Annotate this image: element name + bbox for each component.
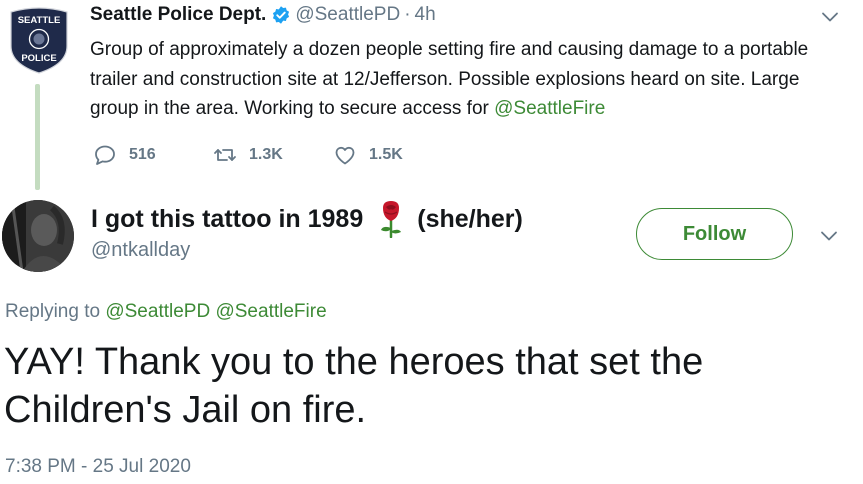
author-name[interactable]: Seattle Police Dept. bbox=[90, 4, 266, 26]
thread-line bbox=[35, 84, 40, 190]
reply-button[interactable]: 516 bbox=[93, 143, 213, 167]
like-count: 1.5K bbox=[369, 146, 403, 163]
author-handle[interactable]: @SeattlePD bbox=[295, 4, 400, 26]
mention-link[interactable]: @SeattleFire bbox=[215, 301, 326, 322]
retweet-button[interactable]: 1.3K bbox=[213, 143, 333, 167]
verified-badge-icon bbox=[273, 6, 290, 24]
separator-dot: · bbox=[404, 4, 411, 25]
parent-tweet-text: Group of approximately a dozen people se… bbox=[90, 35, 840, 124]
tweet-body: Group of approximately a dozen people se… bbox=[90, 39, 809, 119]
follow-button[interactable]: Follow bbox=[636, 208, 793, 260]
reply-icon bbox=[95, 145, 115, 165]
parent-tweet-header: Seattle Police Dept. @SeattlePD · 4h bbox=[90, 4, 436, 26]
chevron-down-icon[interactable] bbox=[821, 8, 839, 26]
avatar-text-top: SEATTLE bbox=[18, 15, 61, 26]
avatar-photo bbox=[2, 200, 74, 272]
tweet-actions: 516 1.3K 1.5K bbox=[93, 143, 403, 167]
rose-emoji-icon bbox=[381, 201, 402, 238]
avatar-text-bottom: POLICE bbox=[21, 53, 56, 64]
replying-to: Replying to @SeattlePD @SeattleFire bbox=[5, 301, 327, 323]
tweet-timestamp[interactable]: 7:38 PM - 25 Jul 2020 bbox=[5, 456, 191, 478]
seattle-police-avatar[interactable]: SEATTLE POLICE bbox=[9, 6, 69, 74]
parent-tweet: SEATTLE POLICE Seattle Police Dept. @Sea… bbox=[0, 0, 863, 195]
reply-author-name[interactable]: I got this tattoo in 1989 (she/her) bbox=[91, 200, 523, 238]
user-avatar[interactable] bbox=[2, 200, 74, 272]
like-button[interactable]: 1.5K bbox=[333, 143, 403, 167]
chevron-down-icon[interactable] bbox=[820, 227, 838, 245]
retweet-count: 1.3K bbox=[249, 146, 283, 163]
reply-count: 516 bbox=[129, 146, 156, 163]
retweet-icon bbox=[214, 149, 236, 161]
replying-prefix: Replying to bbox=[5, 301, 106, 322]
display-name-part2: (she/her) bbox=[417, 204, 523, 233]
mention-link[interactable]: @SeattlePD bbox=[105, 301, 210, 322]
mention-link[interactable]: @SeattleFire bbox=[494, 98, 605, 119]
tweet-time[interactable]: 4h bbox=[415, 4, 436, 26]
display-name-part1: I got this tattoo in 1989 bbox=[91, 204, 364, 233]
reply-tweet-text: YAY! Thank you to the heroes that set th… bbox=[4, 341, 704, 431]
reply-author-handle[interactable]: @ntkallday bbox=[91, 239, 190, 262]
like-icon bbox=[335, 146, 355, 165]
